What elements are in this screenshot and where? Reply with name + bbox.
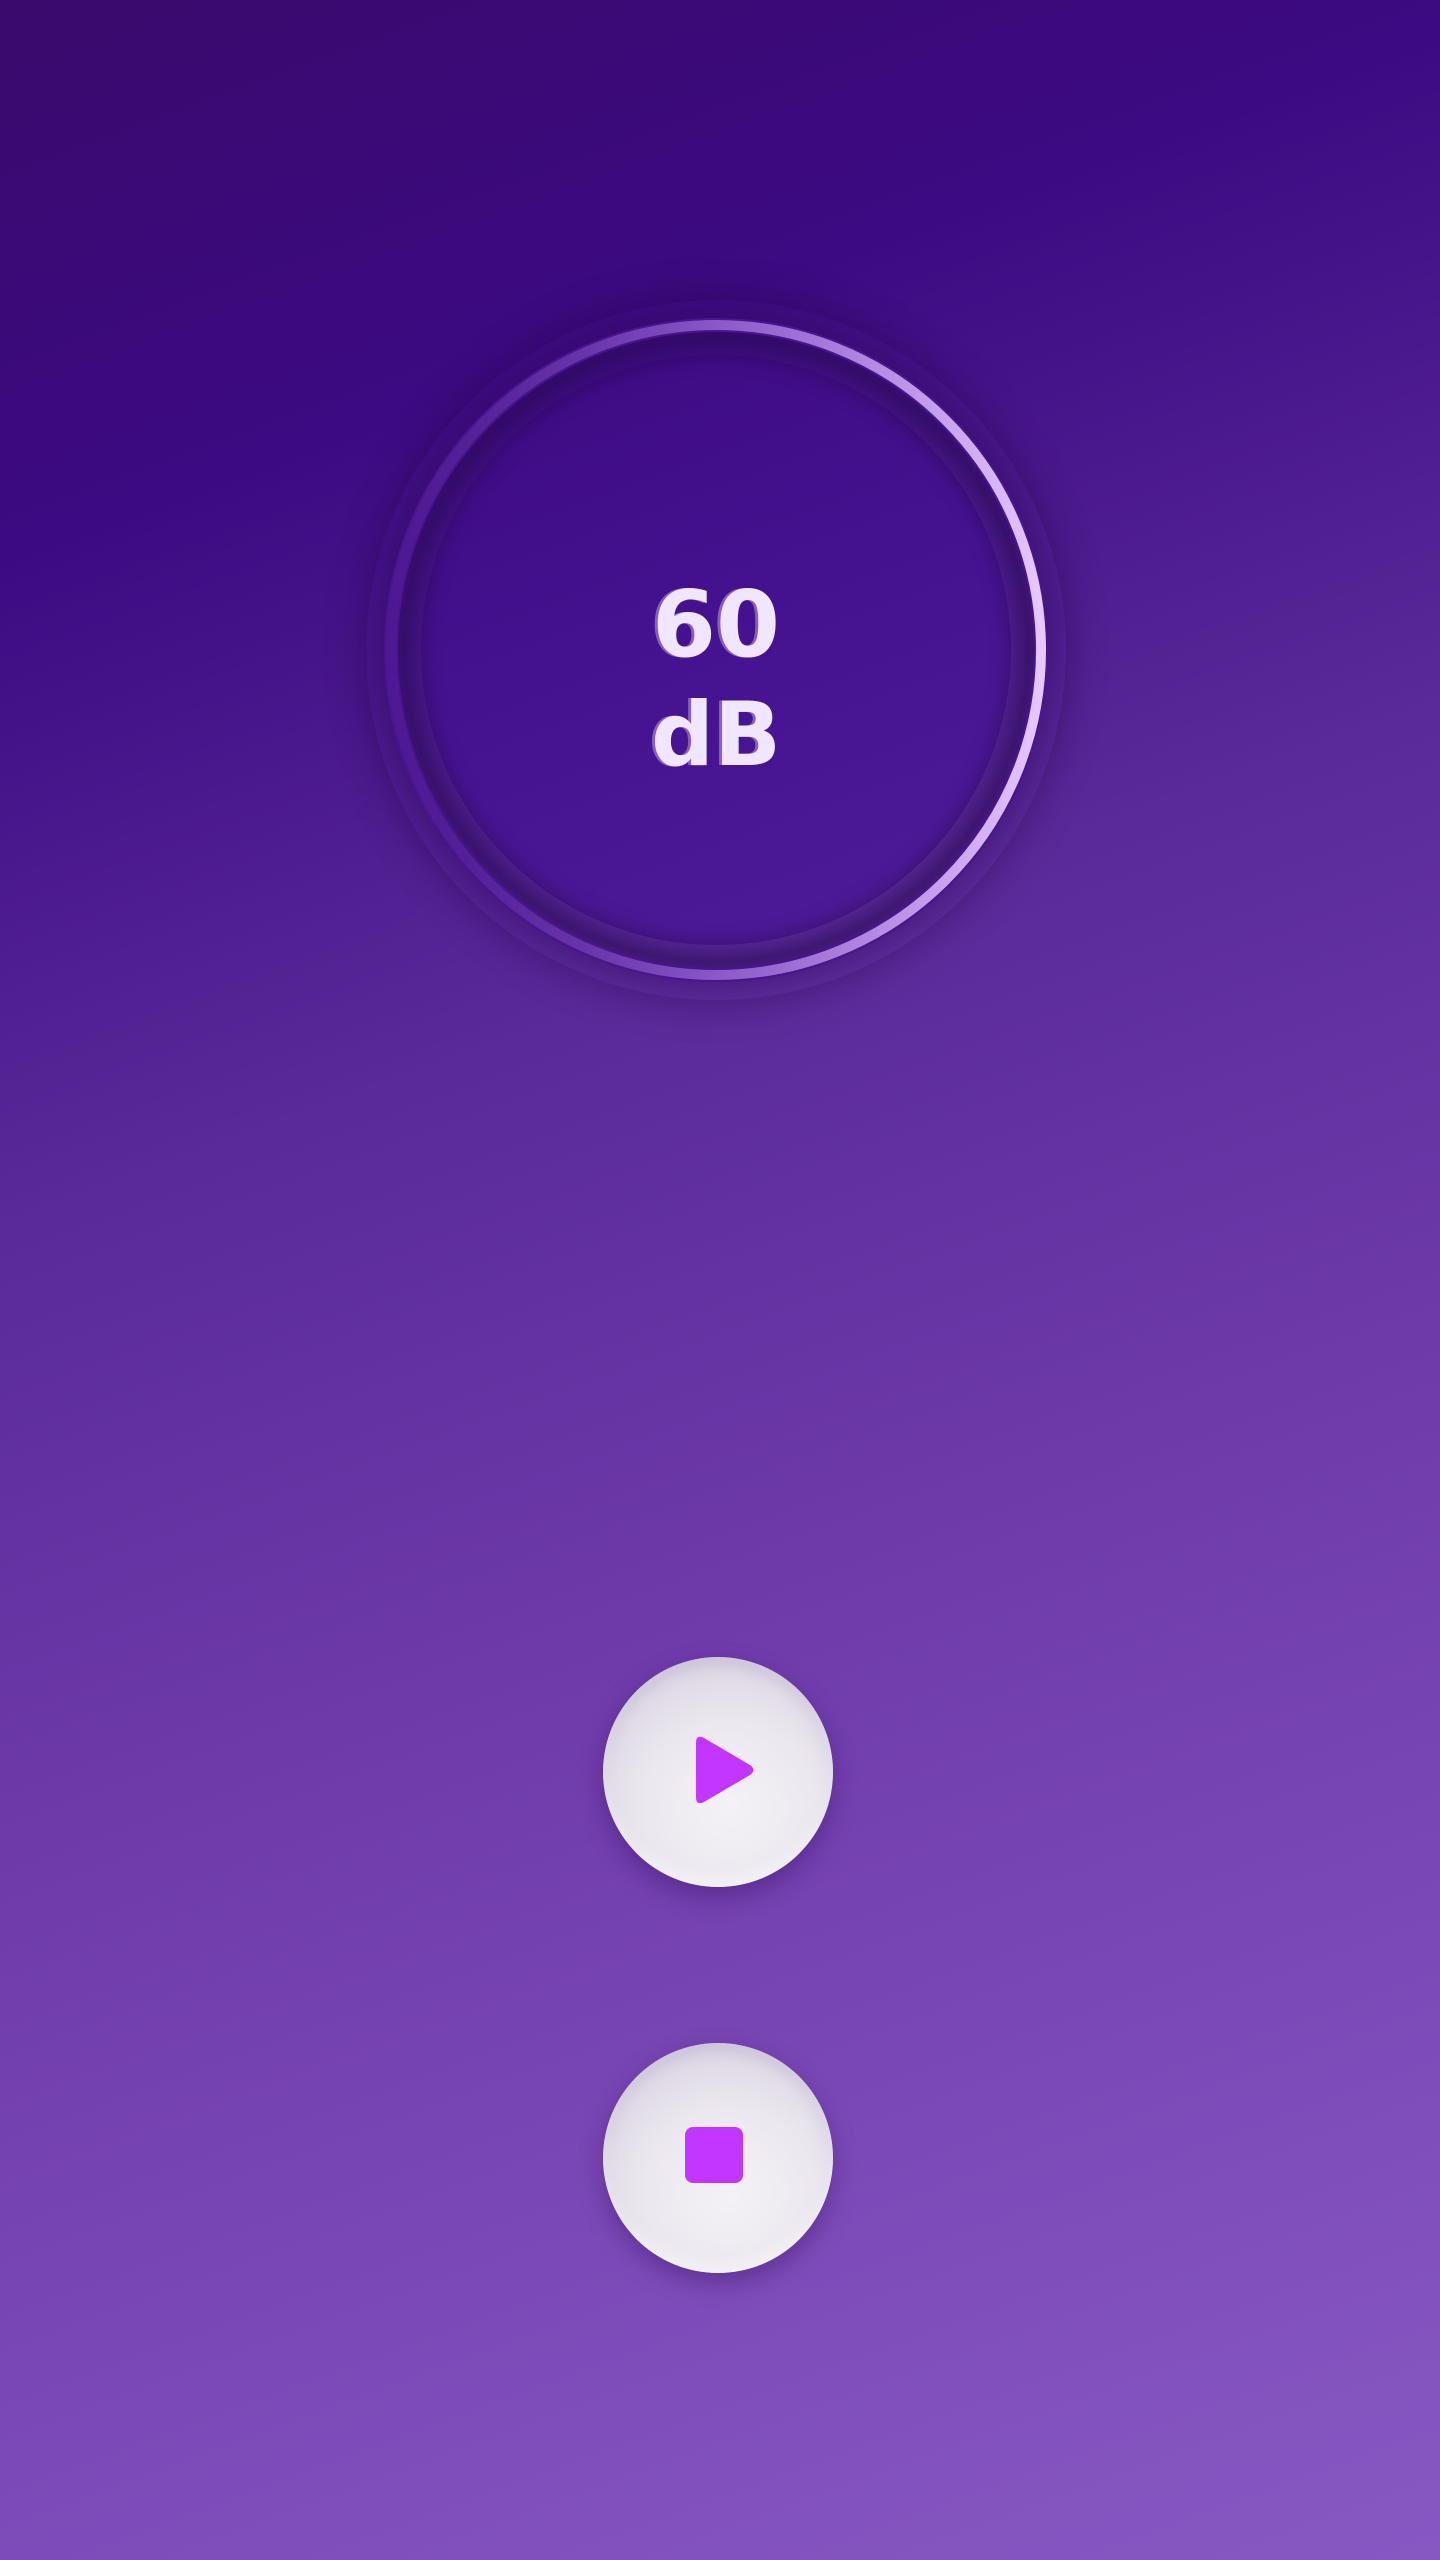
stop-icon — [685, 2127, 743, 2183]
meter-face: 60 dB — [421, 355, 1011, 945]
play-icon — [696, 1736, 754, 1804]
decibel-meter-screen: 60 dB — [0, 0, 1440, 2560]
play-button[interactable] — [603, 1657, 833, 1887]
decibel-unit: dB — [650, 683, 782, 786]
decibel-value: 60 — [651, 571, 781, 678]
stop-button[interactable] — [603, 2043, 833, 2273]
sound-level-meter: 60 dB — [366, 300, 1066, 1000]
